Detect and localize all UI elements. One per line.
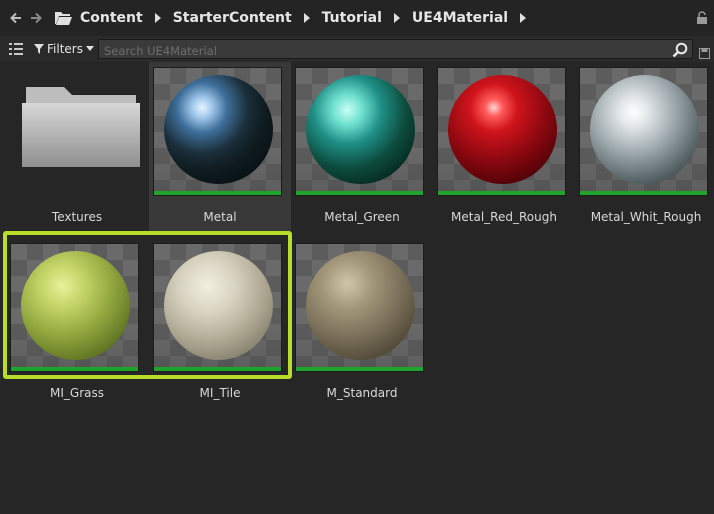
breadcrumb-chevron-icon[interactable] (152, 10, 164, 26)
breadcrumb-bar: Content StarterContent Tutorial UE4Mater… (0, 0, 714, 36)
folder-tile-textures[interactable]: Textures (6, 62, 148, 232)
asset-label: MI_Tile (199, 386, 241, 400)
material-sphere (306, 75, 415, 184)
forward-arrow-icon[interactable] (26, 8, 46, 28)
asset-type-bar (580, 191, 707, 195)
breadcrumb-tutorial[interactable]: Tutorial (322, 10, 382, 26)
asset-type-bar (296, 191, 423, 195)
asset-label: Metal_Red_Rough (451, 210, 557, 224)
material-sphere (448, 75, 557, 184)
material-sphere (590, 75, 699, 184)
material-sphere (164, 75, 273, 184)
filters-label: Filters (47, 42, 83, 56)
breadcrumb-startercontent[interactable]: StarterContent (173, 10, 292, 26)
asset-label: MI_Grass (50, 386, 104, 400)
asset-label: Textures (51, 210, 103, 224)
save-icon[interactable] (699, 44, 710, 59)
asset-thumbnail (579, 67, 708, 196)
asset-label: Metal (203, 210, 237, 224)
asset-tile-metal-green[interactable]: Metal_Green (291, 62, 433, 232)
asset-type-bar (154, 191, 281, 195)
lock-icon[interactable] (696, 10, 708, 24)
breadcrumb-chevron-icon[interactable] (301, 10, 313, 26)
asset-tile-m-standard[interactable]: M_Standard (291, 238, 433, 408)
asset-label: M_Standard (326, 386, 398, 400)
breadcrumb-chevron-icon[interactable] (517, 10, 529, 26)
selection-highlight (3, 231, 292, 379)
asset-grid: Textures Metal Metal_Green Metal_Red_Rou… (0, 62, 714, 514)
breadcrumb-ue4material[interactable]: UE4Material (412, 10, 508, 26)
asset-tile-metal-red-rough[interactable]: Metal_Red_Rough (433, 62, 575, 232)
filters-button[interactable]: Filters (34, 42, 94, 56)
asset-thumbnail (153, 67, 282, 196)
caret-down-icon (85, 46, 94, 51)
asset-label: Metal_Green (324, 210, 400, 224)
magnifier-icon[interactable] (672, 42, 688, 58)
breadcrumb-content[interactable]: Content (80, 10, 143, 26)
view-options-icon[interactable] (8, 41, 24, 57)
search-box (98, 39, 693, 60)
filter-bar: Filters (0, 36, 714, 62)
funnel-icon (34, 44, 44, 54)
asset-tile-metal[interactable]: Metal (149, 62, 291, 232)
asset-thumbnail (295, 67, 424, 196)
folder-icon (22, 85, 140, 169)
search-input[interactable] (99, 42, 659, 60)
breadcrumb-chevron-icon[interactable] (391, 10, 403, 26)
asset-type-bar (438, 191, 565, 195)
asset-tile-metal-whit-rough[interactable]: Metal_Whit_Rough (575, 62, 714, 232)
back-arrow-icon[interactable] (6, 8, 26, 28)
folder-open-icon (54, 10, 72, 26)
material-sphere (306, 251, 415, 360)
asset-thumbnail (295, 243, 424, 372)
asset-type-bar (296, 367, 423, 371)
asset-label: Metal_Whit_Rough (590, 210, 702, 224)
asset-thumbnail (437, 67, 566, 196)
